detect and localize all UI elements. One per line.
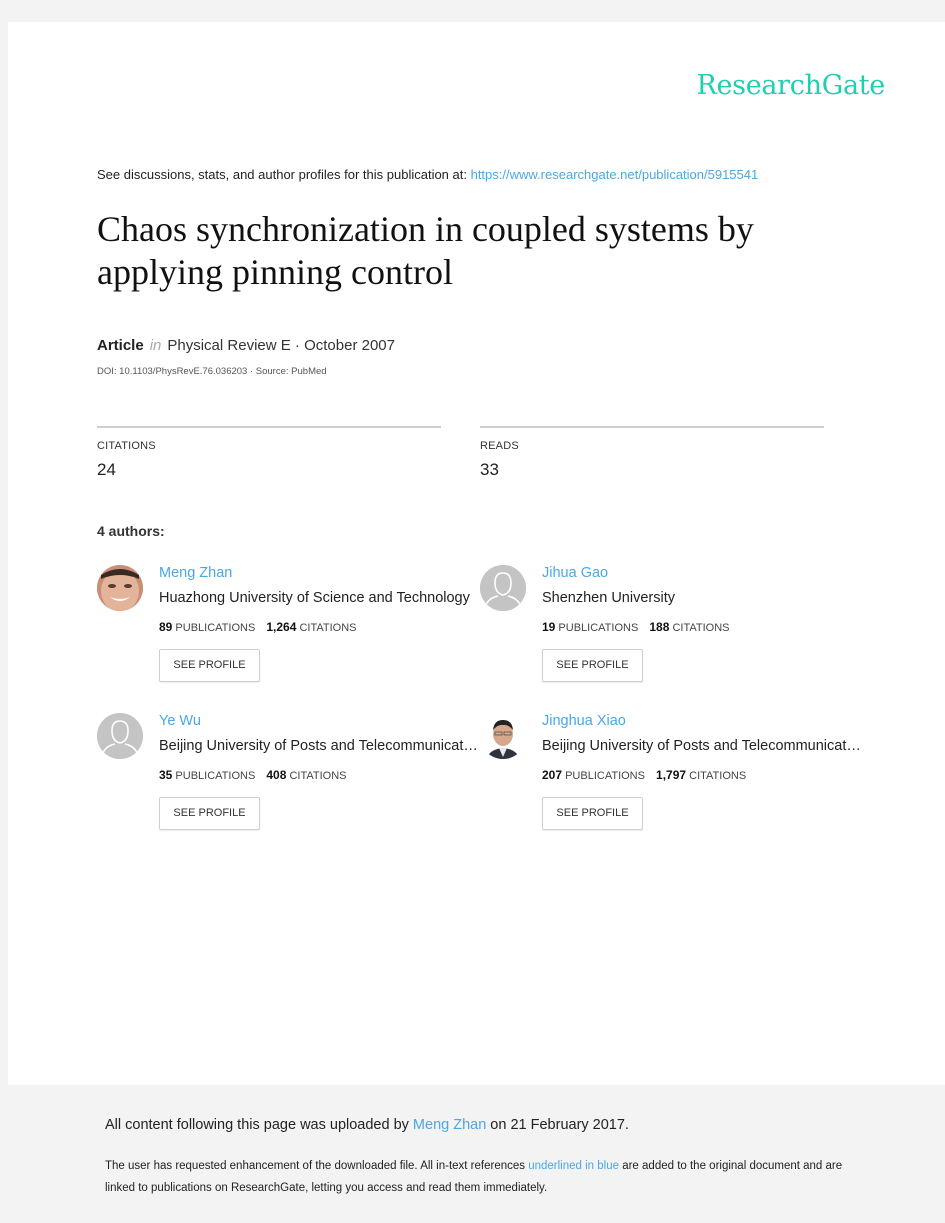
- citations-label: CITATIONS: [97, 440, 156, 452]
- publication-url-link[interactable]: https://www.researchgate.net/publication…: [471, 167, 759, 182]
- citations-stat: CITATIONS 24: [97, 426, 441, 480]
- author-name-link[interactable]: Meng Zhan: [159, 565, 232, 581]
- author-card: Jihua Gao Shenzhen University 19 PUBLICA…: [480, 565, 870, 690]
- citations-count: 188: [649, 620, 670, 634]
- citations-label: CITATIONS: [672, 622, 730, 634]
- author-institution: Shenzhen University: [542, 590, 675, 606]
- author-card: Jinghua Xiao Beijing University of Posts…: [480, 713, 870, 838]
- upload-suffix: on 21 February 2017.: [486, 1117, 629, 1133]
- author-institution: Beijing University of Posts and Telecomm…: [542, 738, 864, 754]
- cover-page: ResearchGate See discussions, stats, and…: [8, 22, 945, 1085]
- citations-label: CITATIONS: [299, 622, 357, 634]
- reads-label: READS: [480, 440, 519, 452]
- author-institution: Beijing University of Posts and Telecomm…: [159, 738, 481, 754]
- doi-line: DOI: 10.1103/PhysRevE.76.036203 · Source…: [97, 366, 327, 377]
- uploader-link[interactable]: Meng Zhan: [413, 1117, 486, 1133]
- publication-title: Chaos synchronization in coupled systems…: [97, 209, 754, 292]
- publications-label: PUBLICATIONS: [175, 622, 256, 634]
- see-profile-button[interactable]: SEE PROFILE: [542, 649, 643, 682]
- author-stats: 35 PUBLICATIONS 408 CITATIONS: [159, 768, 347, 782]
- citations-label: CITATIONS: [289, 770, 347, 782]
- see-profile-button[interactable]: SEE PROFILE: [542, 797, 643, 830]
- author-avatar-photo[interactable]: [480, 713, 526, 759]
- citations-count: 408: [266, 768, 287, 782]
- author-card: Meng Zhan Huazhong University of Science…: [97, 565, 487, 690]
- see-profile-button[interactable]: SEE PROFILE: [159, 649, 260, 682]
- author-name-link[interactable]: Jihua Gao: [542, 565, 608, 581]
- author-institution: Huazhong University of Science and Techn…: [159, 590, 470, 606]
- citations-label: CITATIONS: [689, 770, 747, 782]
- publications-count: 207: [542, 768, 563, 782]
- author-stats: 19 PUBLICATIONS 188 CITATIONS: [542, 620, 730, 634]
- see-profile-button[interactable]: SEE PROFILE: [159, 797, 260, 830]
- reads-value: 33: [480, 460, 499, 479]
- publications-count: 35: [159, 768, 173, 782]
- author-stats: 207 PUBLICATIONS 1,797 CITATIONS: [542, 768, 746, 782]
- citations-value: 24: [97, 460, 116, 479]
- author-avatar-placeholder-icon[interactable]: [97, 713, 143, 759]
- author-card: Ye Wu Beijing University of Posts and Te…: [97, 713, 487, 838]
- publications-label: PUBLICATIONS: [558, 622, 639, 634]
- venue-date: Physical Review E · October 2007: [167, 337, 395, 354]
- author-stats: 89 PUBLICATIONS 1,264 CITATIONS: [159, 620, 357, 634]
- authors-header: 4 authors:: [97, 523, 165, 539]
- publication-meta: Article in Physical Review E · October 200…: [97, 337, 395, 354]
- author-name-link[interactable]: Ye Wu: [159, 713, 201, 729]
- researchgate-logo[interactable]: ResearchGate: [696, 70, 885, 101]
- citations-count: 1,264: [266, 620, 297, 634]
- underlined-in-blue-link[interactable]: underlined in blue: [528, 1160, 619, 1172]
- publications-count: 89: [159, 620, 173, 634]
- reads-stat: READS 33: [480, 426, 824, 480]
- publications-label: PUBLICATIONS: [565, 770, 645, 782]
- publication-type: Article: [97, 337, 144, 354]
- upload-notice: All content following this page was uplo…: [105, 1117, 629, 1133]
- intro-text: See discussions, stats, and author profi…: [97, 167, 471, 182]
- publications-label: PUBLICATIONS: [175, 770, 256, 782]
- note-prefix: The user has requested enhancement of th…: [105, 1160, 529, 1172]
- publications-count: 19: [542, 620, 556, 634]
- upload-prefix: All content following this page was uplo…: [105, 1117, 413, 1133]
- author-avatar-placeholder-icon[interactable]: [480, 565, 526, 611]
- author-name-link[interactable]: Jinghua Xiao: [542, 713, 626, 729]
- in-label: in: [149, 337, 162, 354]
- intro-line: See discussions, stats, and author profi…: [97, 167, 758, 182]
- citations-count: 1,797: [656, 768, 687, 782]
- enhancement-note: The user has requested enhancement of th…: [105, 1155, 845, 1199]
- author-avatar-photo[interactable]: [97, 565, 143, 611]
